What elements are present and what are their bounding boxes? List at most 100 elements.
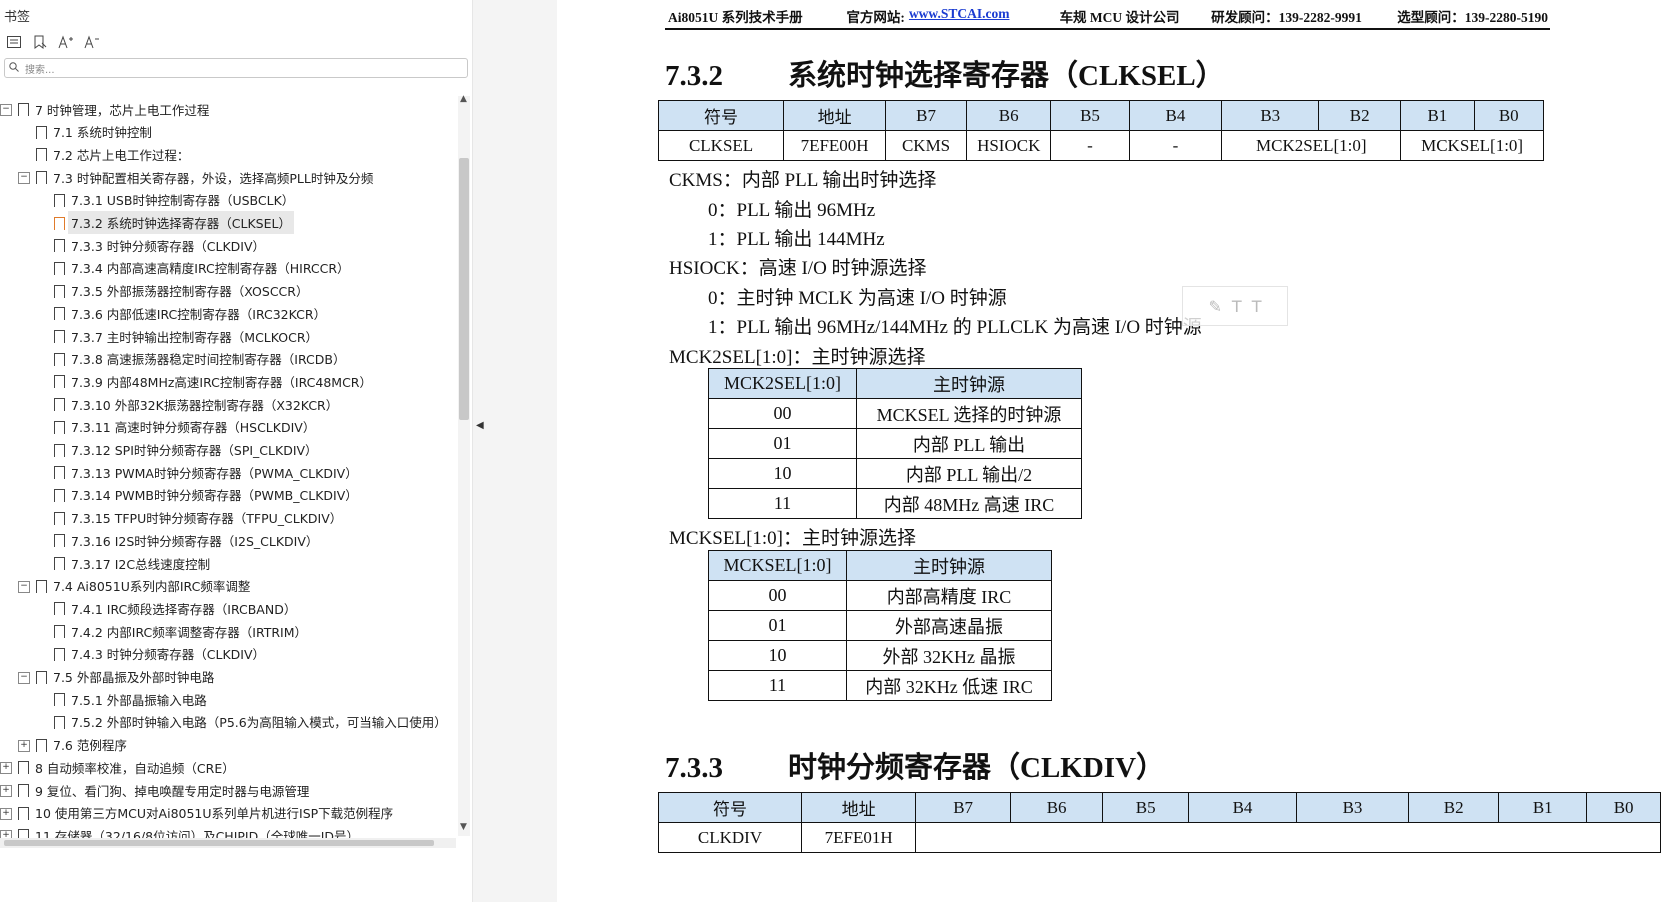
- bookmark-item[interactable]: 7.5.1 外部晶振输入电路: [0, 688, 456, 711]
- collapse-toggle-icon[interactable]: −: [18, 172, 30, 185]
- bookmark-icon: [18, 784, 29, 801]
- collapse-toggle-icon[interactable]: −: [18, 580, 30, 593]
- bookmark-label: 10 使用第三方MCU对Ai8051U系列单片机进行ISP下载范例程序: [35, 806, 394, 822]
- bookmark-item[interactable]: 7.3.13 PWMA时钟分频寄存器（PWMA_CLKDIV）: [0, 461, 456, 484]
- bookmark-item[interactable]: 7.3.9 内部48MHz高速IRC控制寄存器（IRC48MCR）: [0, 370, 456, 393]
- underline-text-icon[interactable]: T: [1252, 297, 1262, 316]
- bookmark-item[interactable]: 7.1 系统时钟控制: [0, 121, 456, 143]
- bookmark-icon: [54, 239, 65, 257]
- bookmark-item[interactable]: +9 复位、看门狗、掉电唤醒专用定时器与电源管理: [0, 779, 456, 801]
- bookmark-item[interactable]: 7.3.1 USB时钟控制寄存器（USBCLK）: [0, 189, 456, 211]
- bookmark-item[interactable]: − 7.3 时钟配置相关寄存器，外设，选择高频PLL时钟及分频: [0, 166, 456, 189]
- bookmark-item[interactable]: +10 使用第三方MCU对Ai8051U系列单片机进行ISP下载范例程序: [0, 802, 456, 824]
- hscrollbar-thumb[interactable]: [4, 840, 434, 846]
- bookmark-label: 7.4 Ai8051U系列内部IRC频率调整: [53, 579, 251, 595]
- bookmark-item[interactable]: 7.3.7 主时钟输出控制寄存器（MCLKOCR）: [0, 325, 456, 347]
- bookmark-item[interactable]: 7.3.12 SPI时钟分频寄存器（SPI_CLKDIV）: [0, 439, 456, 461]
- bookmark-label: 7.3.3 时钟分频寄存器（CLKDIV）: [71, 238, 266, 254]
- bookmark-icon: [18, 761, 29, 779]
- collapse-toggle-icon[interactable]: −: [18, 671, 30, 684]
- collapse-toggle-icon[interactable]: −: [0, 104, 12, 116]
- bookmark-icon: [54, 625, 65, 643]
- page-header: Ai8051U 系列技术手册 官方网站: www.STCAI.com 车规 MC…: [668, 6, 1548, 26]
- bookmark-icon: [36, 148, 47, 166]
- annotation-toolbox: ✎ T T: [1182, 286, 1288, 326]
- text-tool-icon[interactable]: T: [1232, 297, 1242, 316]
- table-cell: 11: [708, 670, 847, 701]
- header-cell: 主时钟源: [856, 368, 1082, 399]
- register-cell: 7EFE00H: [783, 130, 887, 161]
- bookmark-item[interactable]: 7.3.11 高速时钟分频寄存器（HSCLKDIV）: [0, 416, 456, 438]
- bookmark-item[interactable]: 7.5.2 外部时钟输入电路（P5.6为高阻输入模式，可当输入口使用）: [0, 711, 456, 733]
- bookmark-label: 7.3.9 内部48MHz高速IRC控制寄存器（IRC48MCR）: [71, 374, 372, 390]
- bookmark-item[interactable]: +7.6 范例程序: [0, 734, 456, 756]
- bookmark-label: 7.3.4 内部高速高精度IRC控制寄存器（HIRCCR）: [71, 261, 350, 277]
- table-cell: MCKSEL 选择的时钟源: [856, 398, 1082, 429]
- bookmark-add-icon[interactable]: [30, 32, 50, 52]
- bookmark-search-input[interactable]: 搜索...: [4, 58, 468, 78]
- scroll-down-icon[interactable]: ▼: [460, 822, 467, 832]
- bookmark-item[interactable]: − 7 时钟管理，芯片上电工作过程: [0, 98, 456, 120]
- bookmark-item[interactable]: 7.4.3 时钟分频寄存器（CLKDIV）: [0, 643, 456, 665]
- table-cell: 10: [708, 458, 857, 489]
- bookmark-item[interactable]: − 7.5 外部晶振及外部时钟电路: [0, 666, 456, 688]
- bookmark-item[interactable]: 7.3.4 内部高速高精度IRC控制寄存器（HIRCCR）: [0, 257, 456, 279]
- register-cell: CKMS: [885, 130, 968, 161]
- bookmark-item[interactable]: 7.3.14 PWMB时钟分频寄存器（PWMB_CLKDIV）: [0, 484, 456, 506]
- font-increase-icon[interactable]: [56, 32, 76, 52]
- bookmark-label: 7.3.7 主时钟输出控制寄存器（MCLKOCR）: [71, 329, 319, 345]
- expand-toggle-icon[interactable]: +: [0, 807, 12, 820]
- bookmark-label: 7.3.17 I2C总线速度控制: [71, 556, 211, 572]
- bookmark-item[interactable]: 7.3.17 I2C总线速度控制: [0, 552, 456, 574]
- bookmark-toolbar: [4, 32, 102, 52]
- text-ckms: CKMS：内部 PLL 输出时钟选择: [669, 170, 937, 191]
- bookmark-item[interactable]: 7.4.1 IRC频段选择寄存器（IRCBAND）: [0, 597, 456, 620]
- bookmark-item[interactable]: +8 自动频率校准，自动追频（CRE）: [0, 756, 456, 779]
- bookmark-label: 7.3.15 TFPU时钟分频寄存器（TFPU_CLKDIV）: [71, 511, 343, 527]
- collapse-panel-icon[interactable]: ◀: [476, 420, 484, 431]
- text-mck2sel: MCK2SEL[1:0]：主时钟源选择: [669, 347, 926, 368]
- bookmark-icon: [54, 261, 65, 279]
- register-cell: -: [1128, 130, 1223, 161]
- bookmark-item[interactable]: 7.3.15 TFPU时钟分频寄存器（TFPU_CLKDIV）: [0, 507, 456, 529]
- expand-toggle-icon[interactable]: +: [0, 762, 12, 775]
- bookmark-item[interactable]: 7.3.16 I2S时钟分频寄存器（I2S_CLKDIV）: [0, 529, 456, 552]
- table-cell: 01: [708, 610, 847, 641]
- font-decrease-icon[interactable]: [82, 32, 102, 52]
- bookmark-item[interactable]: 7.2 芯片上电工作过程：: [0, 143, 456, 166]
- bookmark-item[interactable]: 7.3.10 外部32K振荡器控制寄存器（X32KCR）: [0, 393, 456, 416]
- header-cell: B5: [1102, 792, 1190, 823]
- header-rd-contact: 研发顾问：139-2282-9991: [1211, 10, 1362, 25]
- tree-scrollbar[interactable]: ▲ ▼: [458, 94, 470, 836]
- expand-toggle-icon[interactable]: +: [0, 785, 12, 797]
- bookmark-item[interactable]: 7.3.6 内部低速IRC控制寄存器（IRC32KCR）: [0, 302, 456, 325]
- bookmark-label: 7.5.2 外部时钟输入电路（P5.6为高阻输入模式，可当输入口使用）: [71, 715, 447, 731]
- header-cell: B3: [1295, 792, 1410, 823]
- bookmark-icon: [36, 171, 47, 189]
- bookmark-item[interactable]: 7.3.2 系统时钟选择寄存器（CLKSEL）: [0, 211, 456, 234]
- bookmark-item[interactable]: 7.4.2 内部IRC频率调整寄存器（IRTRIM）: [0, 620, 456, 643]
- tree-hscrollbar[interactable]: [0, 838, 456, 848]
- bookmark-item[interactable]: − 7.4 Ai8051U系列内部IRC频率调整: [0, 575, 456, 597]
- scrollbar-thumb[interactable]: [459, 158, 469, 420]
- bookmark-icon: [36, 670, 47, 688]
- register-cell: [915, 822, 1661, 853]
- header-cell: 地址: [800, 792, 917, 823]
- bookmark-item[interactable]: 7.3.3 时钟分频寄存器（CLKDIV）: [0, 234, 456, 257]
- bookmark-label: 7.4.1 IRC频段选择寄存器（IRCBAND）: [71, 601, 297, 617]
- highlight-pen-icon[interactable]: ✎: [1209, 297, 1222, 316]
- bookmark-label: 7.4.2 内部IRC频率调整寄存器（IRTRIM）: [71, 624, 308, 640]
- bookmark-item[interactable]: 7.3.8 高速振荡器稳定时间控制寄存器（IRCDB）: [0, 348, 456, 370]
- bookmark-icon: [54, 715, 65, 733]
- table-row: 11 内部 48MHz 高速 IRC: [708, 488, 1082, 519]
- header-site-link[interactable]: www.STCAI.com: [909, 6, 1060, 26]
- table-cell: 11: [708, 488, 857, 519]
- outline-icon[interactable]: [4, 32, 24, 52]
- header-cell: 符号: [658, 792, 802, 823]
- expand-toggle-icon[interactable]: +: [18, 739, 30, 752]
- bookmark-icon: [36, 738, 47, 756]
- scroll-up-icon[interactable]: ▲: [460, 94, 467, 104]
- header-cell: B3: [1221, 100, 1320, 131]
- search-icon: [9, 61, 19, 75]
- bookmark-item[interactable]: 7.3.5 外部振荡器控制寄存器（XOSCCR）: [0, 280, 456, 302]
